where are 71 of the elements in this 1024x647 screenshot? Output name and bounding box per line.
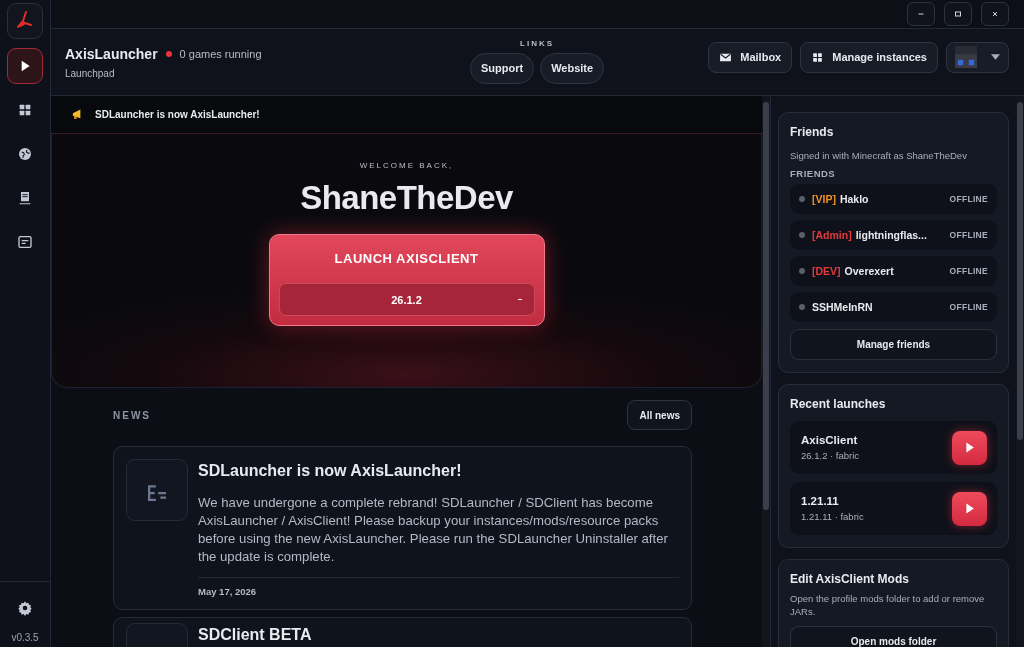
header-button[interactable]: Mailbox xyxy=(708,41,793,73)
open-mods-folder-button[interactable]: Open mods folder xyxy=(790,626,997,647)
grid-icon xyxy=(811,50,825,64)
rank-tag: [Admin] xyxy=(812,229,852,241)
news-body: We have undergone a complete rebrand! SDLauncher / SDClient has become AxisLauncher / AxisClient! Please backup your instances/mods/resource packs before using the new AxisLauncher. Please run the SDLauncher Uninstaller after the update is complete. xyxy=(198,494,669,566)
launch-button[interactable]: LAUNCH AXISCLIENT xyxy=(278,243,535,274)
friend-name: Haklo xyxy=(839,193,869,205)
nav-button[interactable] xyxy=(7,48,43,84)
page-subtitle: Launchpad xyxy=(65,67,116,79)
maximize-button[interactable] xyxy=(944,2,972,26)
app-logo xyxy=(7,3,43,39)
instance-detail: 1.21.11 · fabric xyxy=(801,511,865,522)
play-button[interactable] xyxy=(952,491,987,526)
news-date: May 17, 2026 xyxy=(198,577,679,597)
running-count: 0 games running xyxy=(179,47,262,60)
scrollbar-thumb[interactable] xyxy=(763,102,769,510)
panel-title: Edit AxisClient Mods xyxy=(790,572,910,586)
version-label: v0.3.5 xyxy=(11,632,39,643)
friend-name: lightningflas... xyxy=(855,229,927,241)
play-button[interactable] xyxy=(952,430,987,465)
caret-icon xyxy=(517,299,522,300)
section-label: NEWS xyxy=(113,409,151,421)
news-card[interactable] xyxy=(113,446,692,610)
header-button[interactable]: Manage instances xyxy=(800,41,938,73)
friend-row[interactable]: SSHMeInRN OFFLINE xyxy=(790,292,997,322)
news-card[interactable]: SDClient BETA xyxy=(113,617,692,647)
panel-title: Recent launches xyxy=(790,397,887,411)
book-icon xyxy=(17,190,33,206)
list-label: FRIENDS xyxy=(790,168,837,179)
status-label: OFFLINE xyxy=(949,266,988,276)
status-label: OFFLINE xyxy=(949,230,988,240)
newspaper-icon xyxy=(17,234,33,250)
username-heading: ShaneTheDev xyxy=(300,179,513,217)
panel-description: Open the profile mods folder to add or remove JARs. xyxy=(790,592,986,618)
rank-tag: [DEV] xyxy=(812,265,841,277)
news-title: SDClient BETA xyxy=(198,626,313,644)
avatar-icon xyxy=(955,46,977,68)
instance-detail: 26.1.2 · fabric xyxy=(801,450,861,461)
announcement-text: SDLauncher is now AxisLauncher! xyxy=(95,109,260,120)
app-title: AxisLauncher xyxy=(65,45,158,62)
panel-title: Friends xyxy=(790,125,835,139)
scrollbar-thumb[interactable] xyxy=(1017,102,1023,440)
link-button[interactable]: Support xyxy=(470,52,535,84)
all-news-button[interactable]: All news xyxy=(627,400,692,430)
friend-row[interactable]: [Admin] lightningflas... OFFLINE xyxy=(790,220,997,250)
account-menu-button[interactable] xyxy=(946,41,1009,73)
maximize-icon xyxy=(952,8,964,20)
links-label: LINKS xyxy=(520,38,555,48)
settings-icon xyxy=(17,600,33,616)
status-label: OFFLINE xyxy=(949,194,988,204)
rank-tag: [VIP] xyxy=(812,193,836,205)
grid-icon xyxy=(17,102,33,118)
recent-launch-row[interactable]: AxisClient 26.1.2 · fabric xyxy=(790,421,997,474)
news-title: SDLauncher is now AxisLauncher! xyxy=(198,462,463,480)
version-select[interactable]: 26.1.2 xyxy=(278,283,535,316)
friend-name: Overexert xyxy=(844,265,894,277)
friend-name: SSHMeInRN xyxy=(812,301,873,313)
instance-name: AxisClient xyxy=(801,434,859,446)
manage-friends-button[interactable]: Manage friends xyxy=(790,329,997,360)
news-icon xyxy=(148,485,166,501)
greeting-text: WELCOME BACK, xyxy=(359,161,454,170)
link-button[interactable]: Website xyxy=(540,52,605,84)
status-label: OFFLINE xyxy=(949,302,988,312)
caret-icon xyxy=(991,54,1000,60)
instance-name: 1.21.11 xyxy=(801,495,840,507)
friend-row[interactable]: [VIP] Haklo OFFLINE xyxy=(790,184,997,214)
status-dot xyxy=(165,50,172,57)
friend-row[interactable]: [DEV] Overexert OFFLINE xyxy=(790,256,997,286)
globe-icon xyxy=(17,146,33,162)
recent-launch-row[interactable]: 1.21.11 1.21.11 · fabric xyxy=(790,482,997,535)
signed-in-text: Signed in with Minecraft as ShaneTheDev xyxy=(790,150,968,161)
